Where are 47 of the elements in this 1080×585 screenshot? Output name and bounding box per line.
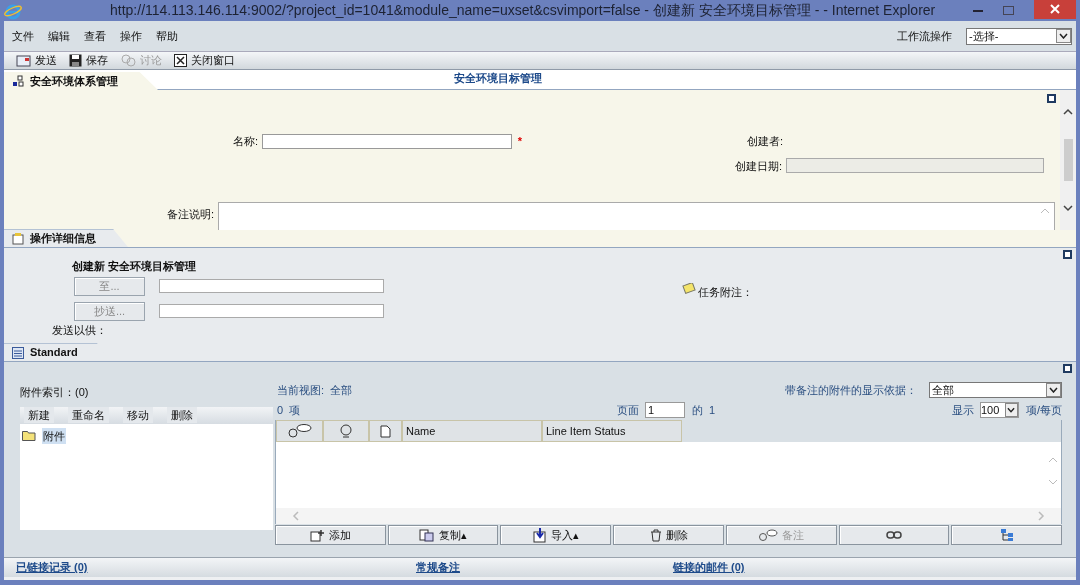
tree-item[interactable]: 附件 bbox=[22, 427, 273, 444]
menu-item[interactable]: 帮助 bbox=[156, 27, 178, 45]
creator-label: 创建者: bbox=[747, 134, 785, 149]
action-button[interactable]: 删除 bbox=[613, 525, 724, 545]
section-tab[interactable]: 操作详细信息 bbox=[4, 229, 128, 247]
action-button[interactable]: 导入▴ bbox=[500, 525, 612, 545]
column-header[interactable]: Line Item Status bbox=[542, 420, 682, 442]
menu-item[interactable]: 查看 bbox=[84, 27, 106, 45]
show-label: 显示 bbox=[951, 402, 974, 418]
toolbar-button[interactable]: 保存 bbox=[65, 52, 112, 69]
notes-label: 备注说明: bbox=[167, 207, 215, 222]
per-page-select[interactable]: 100 bbox=[979, 402, 1019, 418]
menu-item[interactable]: 编辑 bbox=[48, 27, 70, 45]
footer-link[interactable]: 已链接记录 (0) bbox=[16, 559, 416, 576]
page-total: 的 1 bbox=[692, 402, 716, 418]
workflow-select[interactable]: -选择- bbox=[966, 27, 1072, 45]
window-title: http://114.113.146.114:9002/?project_id=1041&module_name=uxset&csvimport=false - 创建新 安全环境目标管理 - - Internet Explorer bbox=[110, 1, 936, 20]
name-label: 名称: bbox=[231, 134, 259, 149]
current-view-label: 当前视图: 全部 bbox=[277, 382, 353, 398]
tree-action-button[interactable]: 重命名 bbox=[68, 406, 109, 424]
action-button[interactable]: 添加 bbox=[275, 525, 386, 545]
tree-action-button[interactable]: 移动 bbox=[123, 406, 153, 424]
detail-heading: 创建新 安全环境目标管理 bbox=[72, 259, 198, 274]
action-button[interactable]: 复制▴ bbox=[387, 525, 499, 545]
form-title: 安全环境目标管理 bbox=[454, 71, 542, 86]
attachment-index-label: 附件索引：(0) bbox=[20, 385, 90, 400]
date-label: 创建日期: bbox=[735, 158, 783, 174]
menu-item[interactable]: 操作 bbox=[120, 27, 142, 45]
task-note-label: 任务附注： bbox=[698, 285, 753, 300]
toolbar-button[interactable]: 发送 bbox=[12, 52, 61, 69]
toolbar-button[interactable]: 关闭窗口 bbox=[170, 52, 239, 69]
filter-select[interactable]: 全部 bbox=[929, 382, 1062, 398]
item-count: 0 项 bbox=[277, 402, 302, 418]
tree-action-button[interactable]: 新建 bbox=[24, 406, 54, 424]
required-mark: * bbox=[517, 134, 522, 149]
section-tab[interactable]: 安全环境体系管理 bbox=[4, 72, 158, 90]
filter-label: 带备注的附件的显示依据： bbox=[785, 382, 917, 398]
send-for-label: 发送以供： bbox=[52, 322, 108, 338]
footer-link[interactable]: 链接的邮件 (0) bbox=[673, 559, 745, 576]
workflow-label: 工作流操作 bbox=[897, 28, 952, 44]
per-page-label: 项/每页 bbox=[1025, 402, 1062, 418]
tree-action-button[interactable]: 删除 bbox=[167, 406, 197, 424]
page-field[interactable]: 1 bbox=[645, 402, 685, 418]
column-header[interactable]: Name bbox=[402, 420, 542, 442]
footer-link[interactable]: 常规备注 bbox=[416, 559, 673, 576]
page-label: 页面 bbox=[617, 402, 639, 418]
menu-item[interactable]: 文件 bbox=[12, 27, 34, 45]
